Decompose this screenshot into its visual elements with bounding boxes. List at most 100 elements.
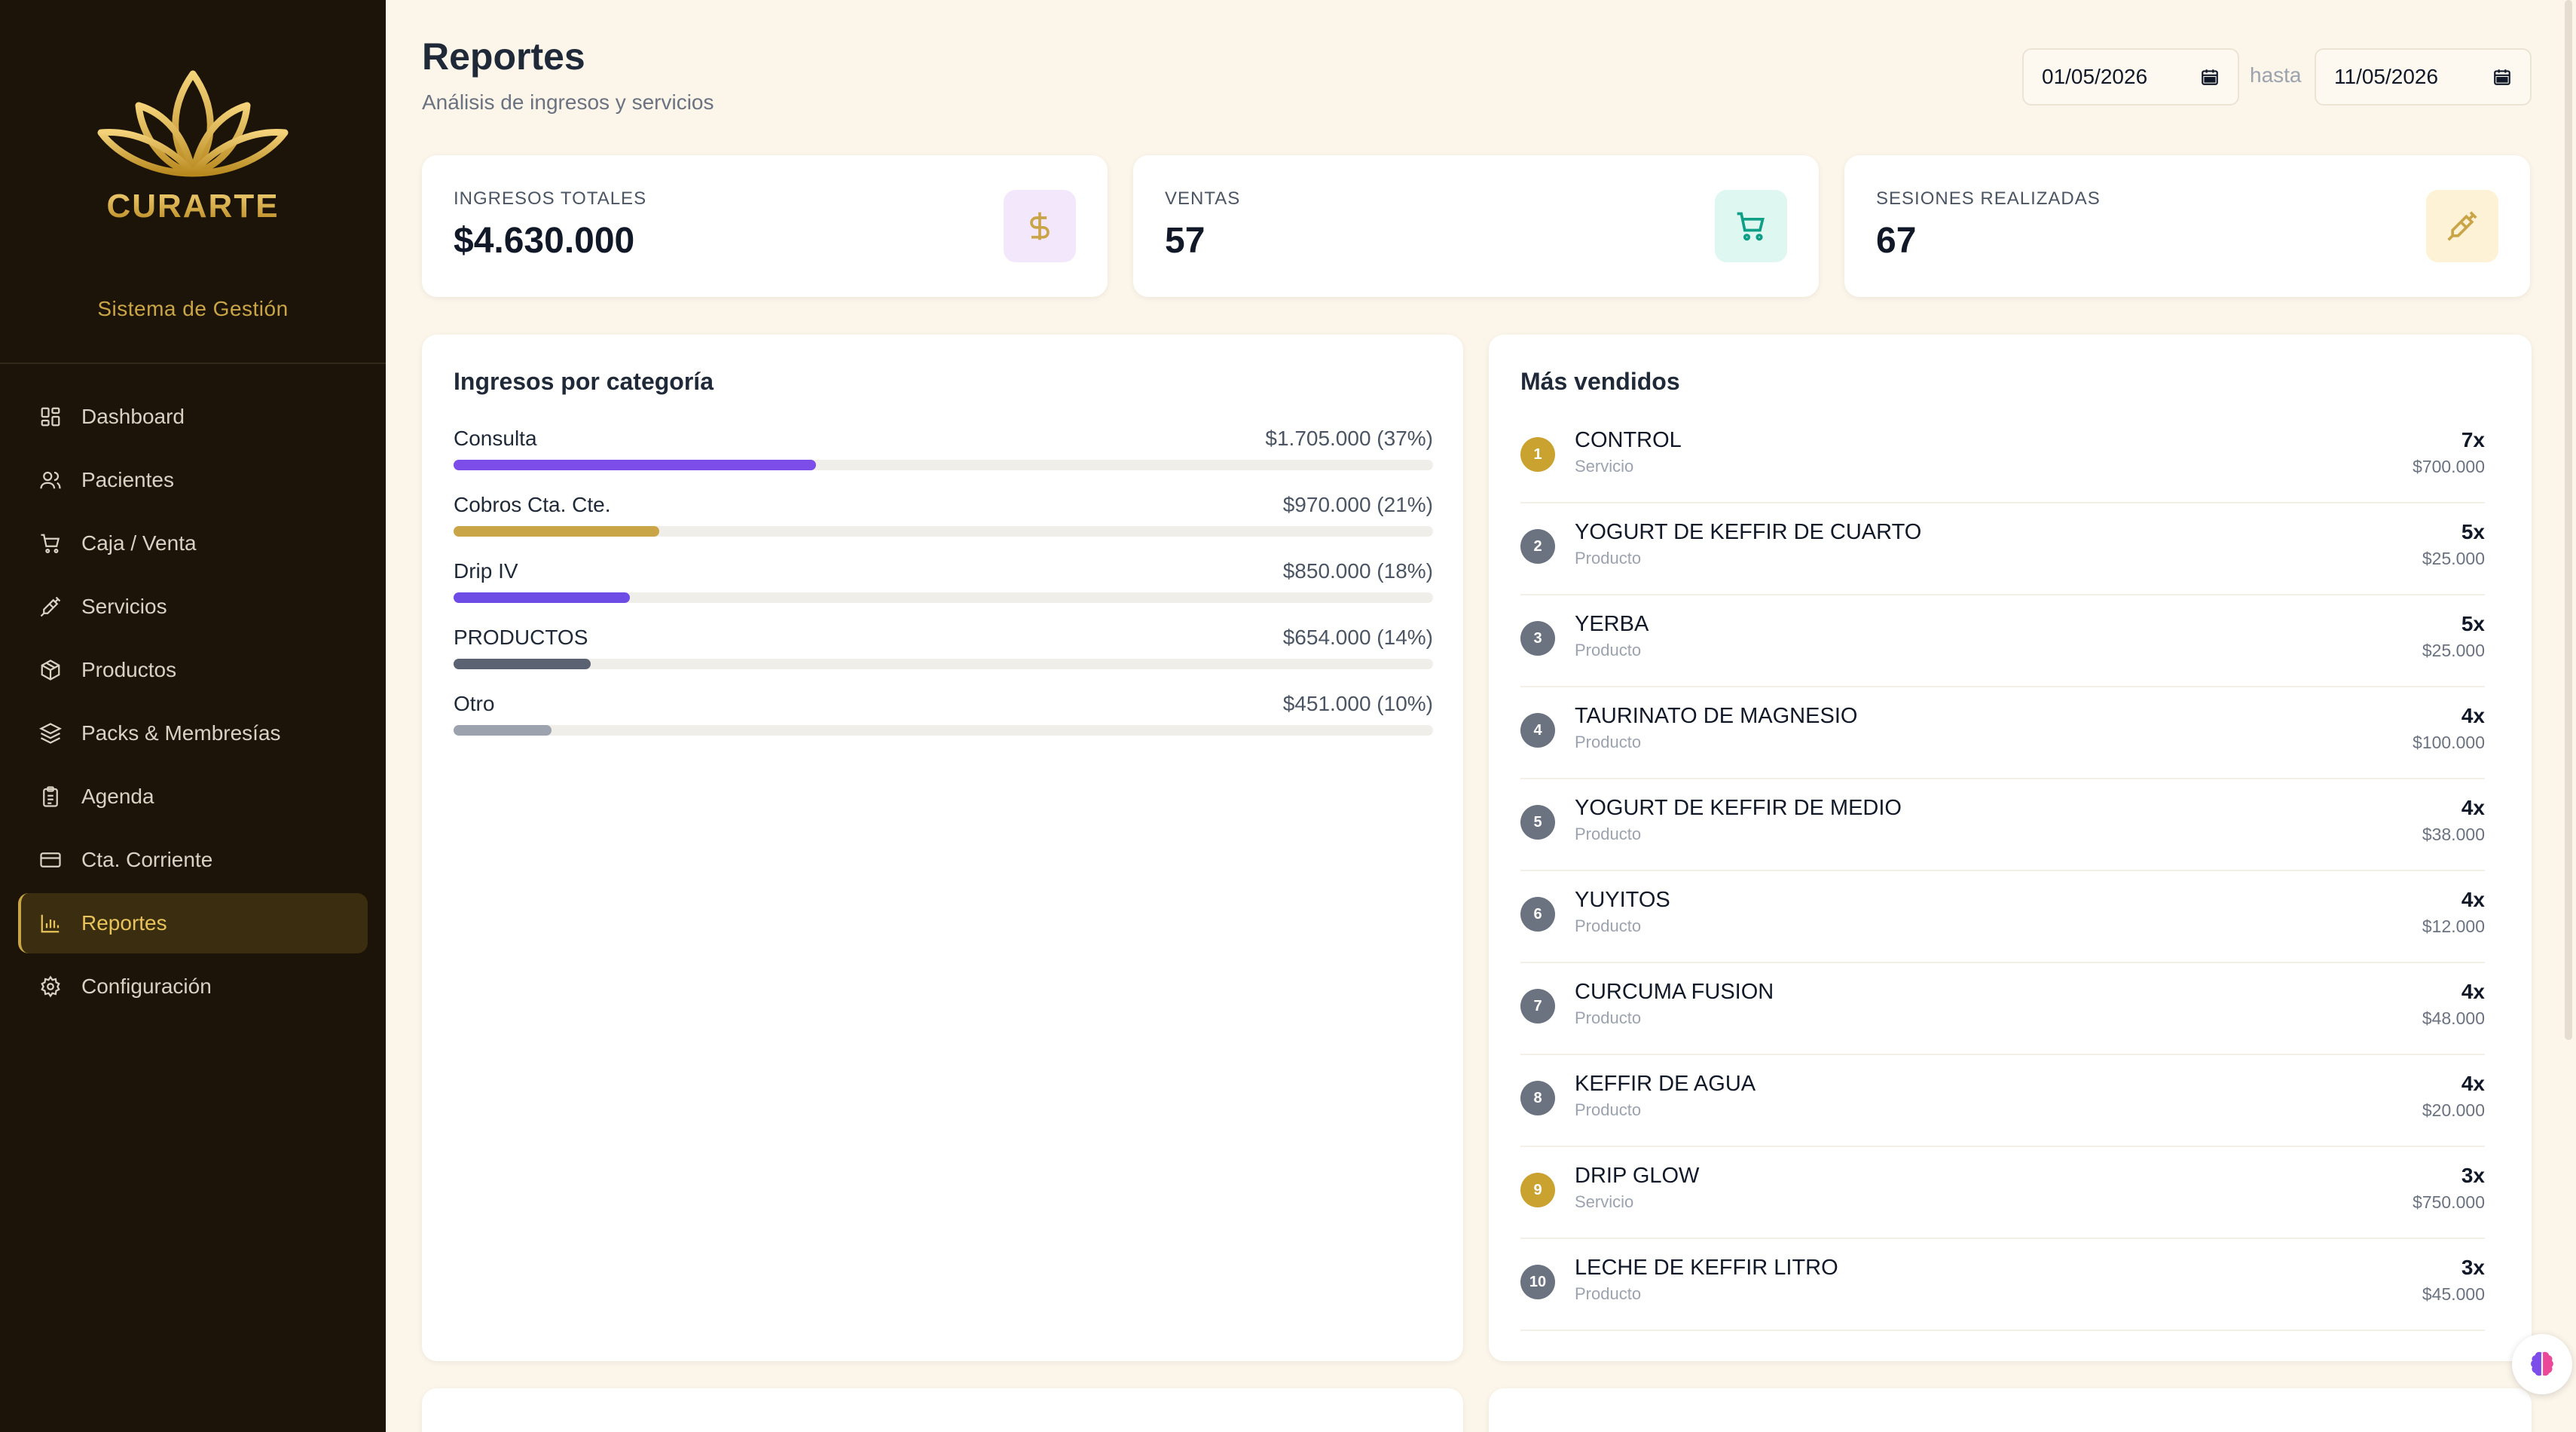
item-amount: $25.000 [2422, 549, 2485, 568]
item-quantity: 4x [2461, 980, 2485, 1003]
stat-value: $4.630.000 [454, 221, 635, 261]
rank-badge: 3 [1520, 621, 1555, 656]
sidebar-divider [0, 363, 386, 364]
calendar-icon[interactable] [2492, 67, 2512, 87]
sidebar-item-dashboard[interactable]: Dashboard [18, 387, 368, 447]
item-amount: $750.000 [2413, 1192, 2485, 1212]
sidebar-item-caja-venta[interactable]: Caja / Venta [18, 513, 368, 574]
layers-icon [39, 722, 62, 745]
item-name: YOGURT DE KEFFIR DE MEDIO [1575, 796, 1902, 820]
item-quantity: 5x [2461, 612, 2485, 635]
item-type: Producto [1575, 1100, 1642, 1119]
sidebar-item-cta-corriente[interactable]: Cta. Corriente [18, 830, 368, 890]
item-quantity: 3x [2461, 1256, 2485, 1279]
assistant-button[interactable] [2512, 1334, 2572, 1394]
top-seller-row: 7 CURCUMA FUSION Producto 4x $48.000 [1520, 963, 2485, 1055]
dollar-icon [1004, 190, 1076, 262]
item-type: Producto [1575, 1284, 1642, 1303]
item-name: YUYITOS [1575, 888, 1670, 912]
top-seller-row: 8 KEFFIR DE AGUA Producto 4x $20.000 [1520, 1055, 2485, 1147]
scrollbar[interactable] [2565, 0, 2572, 1040]
category-bar-track [454, 725, 1433, 736]
calendar-icon[interactable] [2200, 67, 2220, 87]
item-amount: $100.000 [2413, 733, 2485, 752]
panel-title: Ingresos por categoría [454, 368, 714, 395]
top-seller-row: 4 TAURINATO DE MAGNESIO Producto 4x $100.000 [1520, 687, 2485, 779]
item-quantity: 4x [2461, 888, 2485, 911]
rank-badge: 7 [1520, 989, 1555, 1024]
date-to-input[interactable]: 11/05/2026 [2315, 48, 2532, 106]
top-seller-row: 2 YOGURT DE KEFFIR DE CUARTO Producto 5x $25… [1520, 503, 2485, 595]
brain-icon [2531, 1351, 2553, 1376]
item-name: YERBA [1575, 612, 1649, 636]
category-bar-fill [454, 526, 659, 537]
sidebar-item-label: Servicios [81, 595, 167, 618]
top-seller-row: 9 DRIP GLOW Servicio 3x $750.000 [1520, 1147, 2485, 1239]
category-bar-track [454, 659, 1433, 669]
date-from-input[interactable]: 01/05/2026 [2022, 48, 2239, 106]
category-name: Otro [454, 692, 495, 715]
item-quantity: 4x [2461, 1072, 2485, 1095]
item-name: KEFFIR DE AGUA [1575, 1072, 1756, 1096]
top-seller-row: 6 YUYITOS Producto 4x $12.000 [1520, 871, 2485, 963]
item-amount: $20.000 [2422, 1100, 2485, 1120]
item-amount: $25.000 [2422, 641, 2485, 660]
category-row: Consulta $1.705.000 (37%) [454, 427, 1433, 470]
credit-card-icon [39, 849, 62, 871]
item-type: Servicio [1575, 1192, 1634, 1211]
sidebar-item-agenda[interactable]: Agenda [18, 766, 368, 827]
rank-badge: 2 [1520, 529, 1555, 564]
sidebar-item-pacientes[interactable]: Pacientes [18, 450, 368, 510]
svg-text:CURARTE: CURARTE [106, 188, 279, 225]
users-icon [39, 469, 62, 491]
gear-icon [39, 975, 62, 998]
item-name: TAURINATO DE MAGNESIO [1575, 704, 1858, 728]
rank-badge: 6 [1520, 897, 1555, 932]
package-icon [39, 659, 62, 681]
sidebar-item-configuracion[interactable]: Configuración [18, 956, 368, 1017]
clipboard-icon [39, 785, 62, 808]
sidebar-item-servicios[interactable]: Servicios [18, 577, 368, 637]
category-bar-fill [454, 592, 630, 603]
category-bar-fill [454, 725, 552, 736]
rank-badge: 9 [1520, 1173, 1555, 1207]
item-amount: $38.000 [2422, 825, 2485, 844]
rank-badge: 4 [1520, 713, 1555, 748]
syringe-icon [39, 595, 62, 618]
sidebar-item-label: Pacientes [81, 468, 174, 491]
stat-label: SESIONES REALIZADAS [1876, 188, 2101, 209]
rank-badge: 10 [1520, 1265, 1555, 1299]
bottom-right-panel [1489, 1388, 2532, 1432]
stat-value: 57 [1165, 221, 1205, 261]
category-row: Drip IV $850.000 (18%) [454, 559, 1433, 603]
rank-badge: 5 [1520, 805, 1555, 840]
category-bar-track [454, 526, 1433, 537]
category-name: PRODUCTOS [454, 626, 588, 649]
stat-card-ingresos: INGRESOS TOTALES $4.630.000 [422, 155, 1108, 297]
item-type: Producto [1575, 549, 1642, 568]
date-from-value: 01/05/2026 [2042, 65, 2148, 88]
categories-panel: Ingresos por categoría Consulta $1.705.0… [422, 335, 1463, 1361]
date-separator: hasta [2250, 63, 2302, 87]
page-subtitle: Análisis de ingresos y servicios [422, 90, 714, 114]
category-row: PRODUCTOS $654.000 (14%) [454, 626, 1433, 669]
sidebar: CURARTE Sistema de Gestión Dashboard Pac… [0, 0, 386, 1432]
brand-subtitle: Sistema de Gestión [97, 297, 289, 320]
sidebar-item-productos[interactable]: Productos [18, 640, 368, 700]
stat-value: 67 [1876, 221, 1917, 261]
stat-label: INGRESOS TOTALES [454, 188, 647, 209]
item-name: LECHE DE KEFFIR LITRO [1575, 1256, 1838, 1280]
item-quantity: 3x [2461, 1164, 2485, 1187]
sidebar-item-packs-membresias[interactable]: Packs & Membresías [18, 703, 368, 763]
sidebar-item-reportes[interactable]: Reportes [18, 893, 368, 953]
category-name: Consulta [454, 427, 537, 450]
category-row: Otro $451.000 (10%) [454, 692, 1433, 736]
page-title: Reportes [422, 35, 585, 78]
stat-card-sesiones: SESIONES REALIZADAS 67 [1844, 155, 2530, 297]
item-quantity: 4x [2461, 704, 2485, 727]
bottom-left-panel [422, 1388, 1463, 1432]
stat-label: VENTAS [1165, 188, 1241, 209]
category-bar-fill [454, 659, 591, 669]
sidebar-item-label: Reportes [81, 911, 167, 935]
dashboard-icon [39, 405, 62, 428]
